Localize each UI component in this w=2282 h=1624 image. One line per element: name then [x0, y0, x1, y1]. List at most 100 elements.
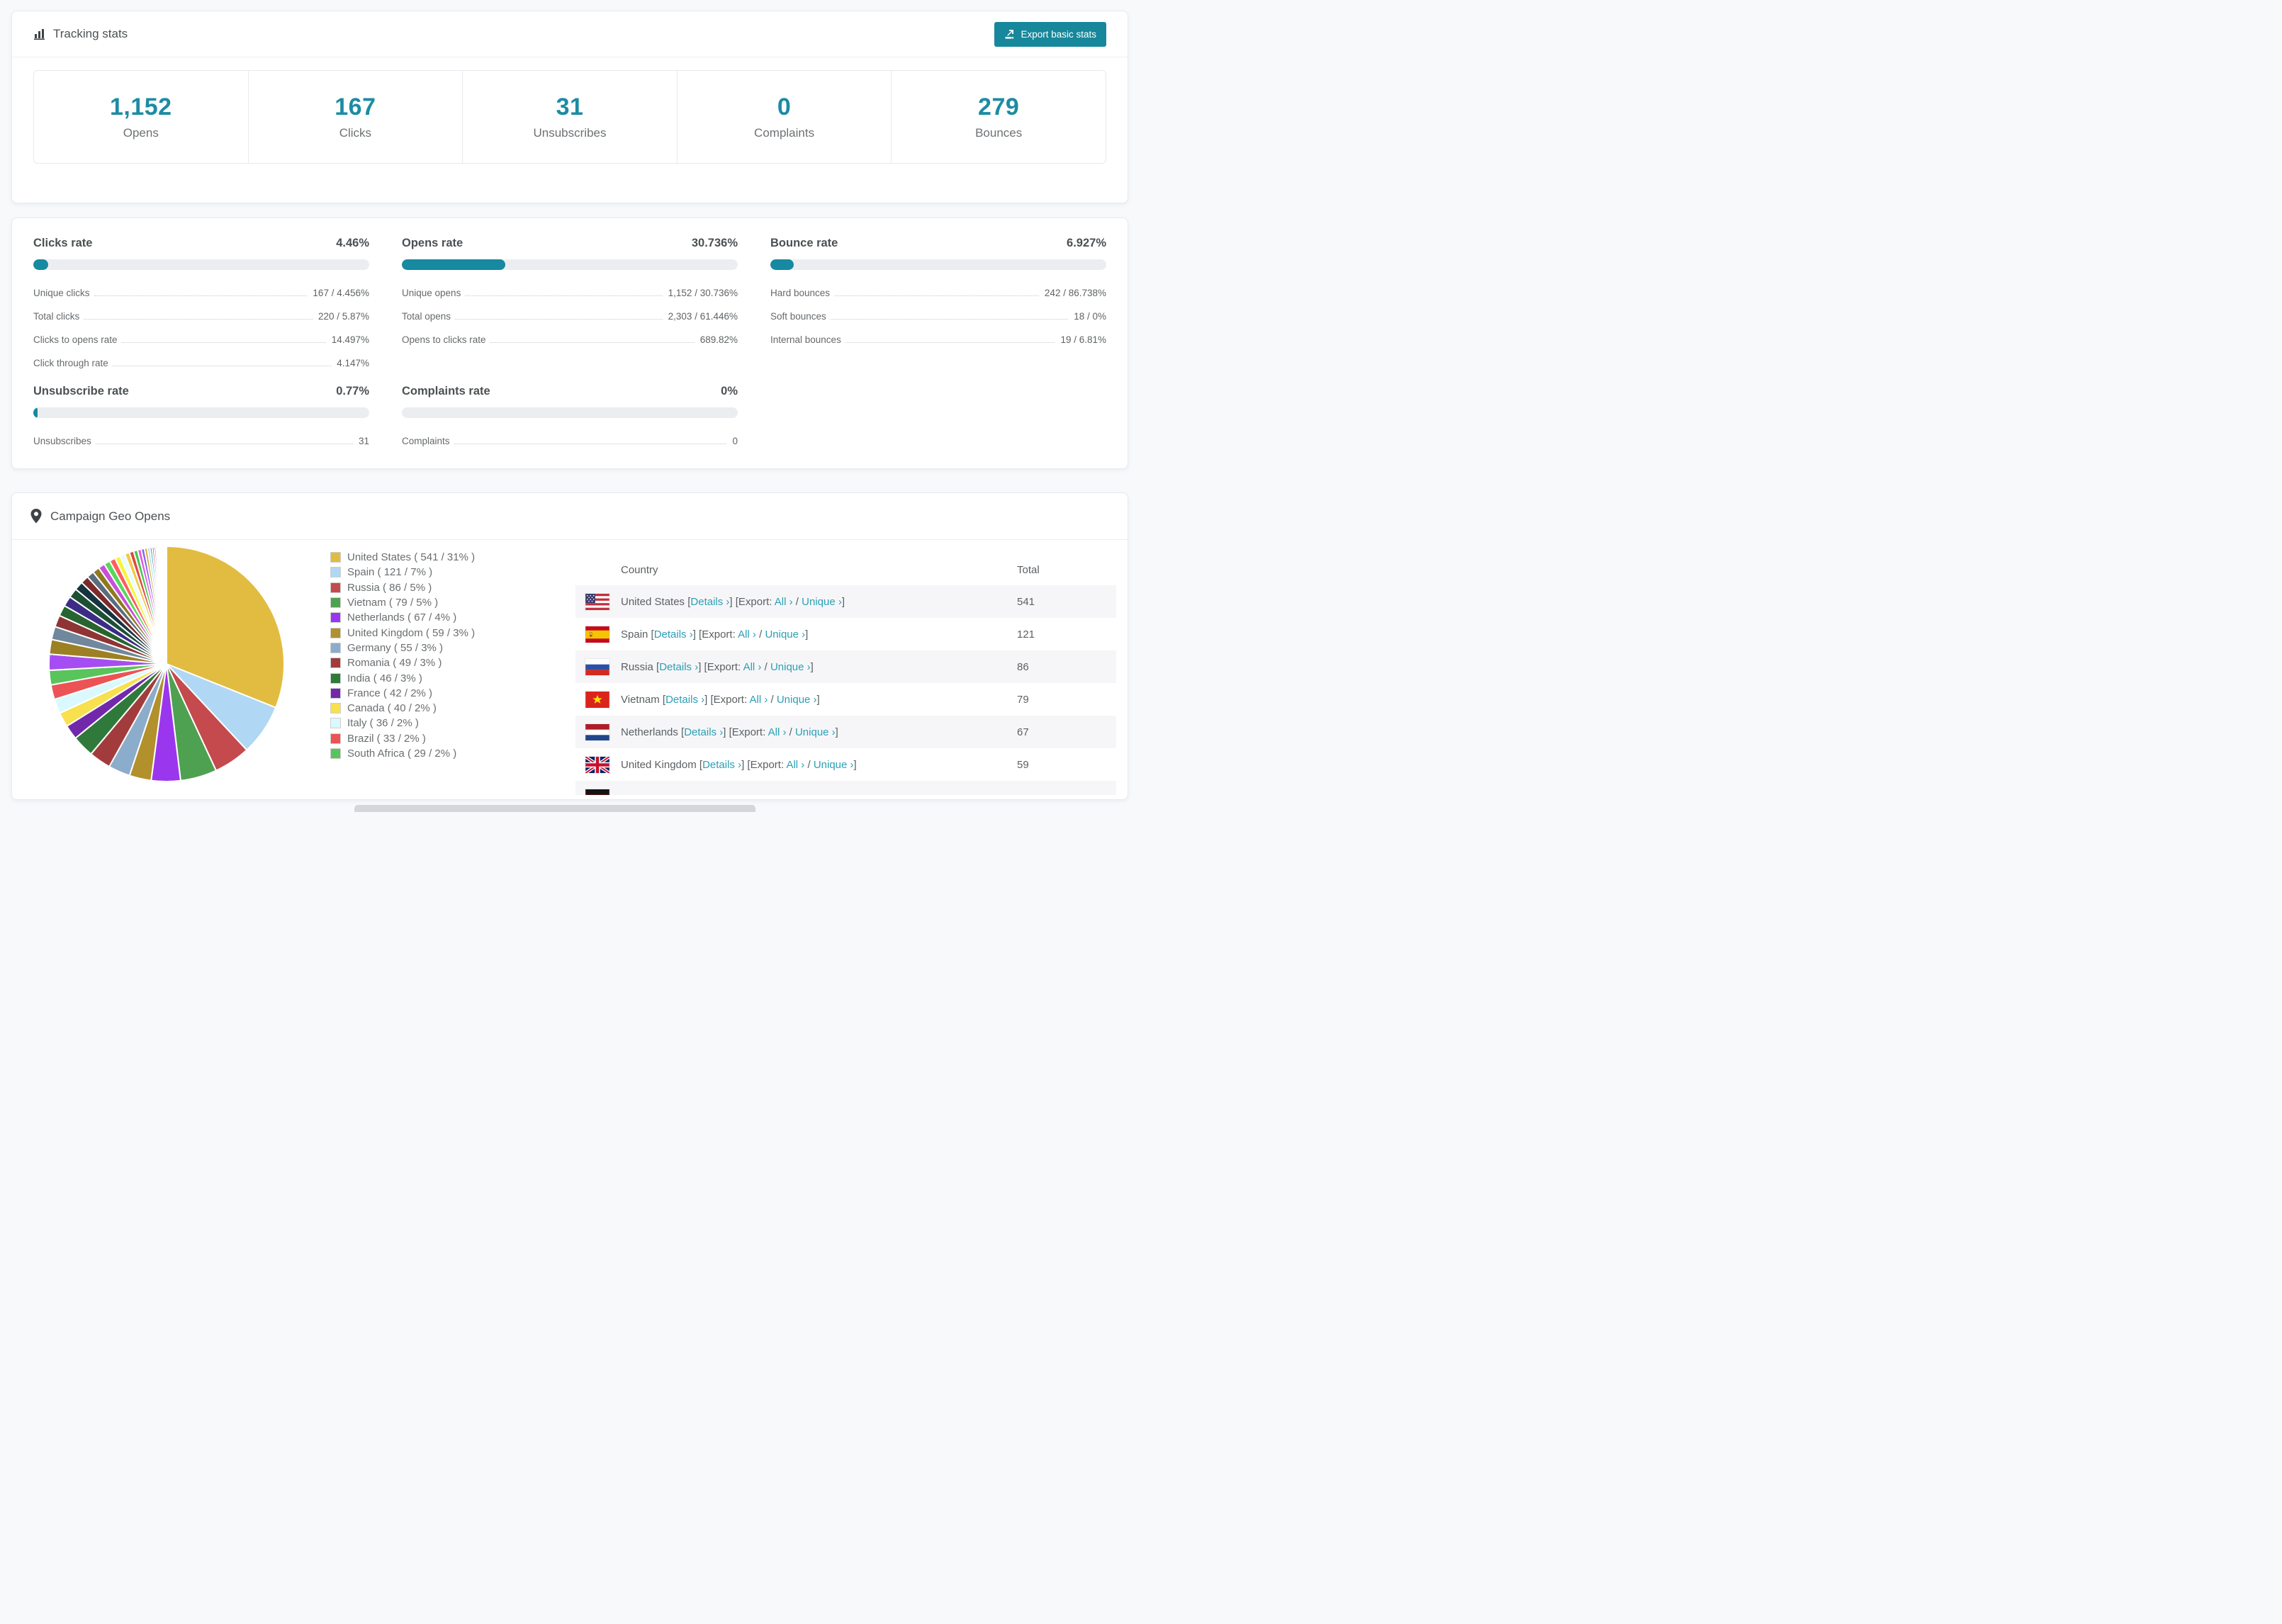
rate-block-bounce-rate: Bounce rate 6.927% Hard bounces 242 / 86.73…: [770, 237, 1106, 375]
stat-value: 167: [335, 94, 376, 120]
stat-label: Clicks: [339, 126, 372, 140]
legend-item-vietnam: Vietnam ( 79 / 5% ): [330, 595, 475, 610]
export-all-link-united-kingdom[interactable]: All ›: [786, 759, 804, 771]
detail-value: 167 / 4.456%: [313, 287, 369, 298]
legend-item-france: France ( 42 / 2% ): [330, 686, 475, 701]
legend-item-spain: Spain ( 121 / 7% ): [330, 565, 475, 580]
leader-dots: [834, 295, 1039, 296]
rate-title-value: 0.77%: [336, 385, 369, 397]
rate-title: Bounce rate 6.927%: [770, 237, 1106, 250]
column-header-total: Total: [1017, 563, 1040, 576]
legend-item-italy: Italy ( 36 / 2% ): [330, 716, 475, 731]
card-title: Tracking stats: [53, 27, 128, 40]
leader-dots: [465, 295, 663, 296]
country-cell: United States [Details ›] [Export: All ›…: [621, 595, 845, 608]
nl-flag: [585, 723, 609, 740]
legend-label: France ( 42 / 2% ): [347, 687, 433, 699]
stat-label: Opens: [123, 126, 159, 140]
details-link-netherlands[interactable]: Details ›: [684, 726, 723, 738]
campaign-geo-opens-card: Campaign Geo Opens United States ( 541 /…: [11, 492, 1128, 800]
export-all-link-united-states[interactable]: All ›: [775, 596, 793, 608]
legend-swatch: [330, 597, 341, 609]
export-unique-link-russia[interactable]: Unique ›: [770, 661, 811, 673]
rate-detail-rows: Unique opens 1,152 / 30.736% Total opens 2,…: [402, 281, 738, 351]
geo-country-table: Country Total United States [Details ›] …: [575, 554, 1116, 795]
table-row-united-states: United States [Details ›] [Export: All ›…: [575, 585, 1116, 618]
legend-swatch: [330, 672, 341, 684]
rate-title: Opens rate 30.736%: [402, 237, 738, 250]
details-link-spain[interactable]: Details ›: [654, 628, 693, 641]
details-link-united-kingdom[interactable]: Details ›: [702, 759, 741, 771]
legend-swatch: [330, 703, 341, 714]
stat-value: 0: [777, 94, 792, 120]
country-cell: United Kingdom [Details ›] [Export: All …: [621, 758, 857, 771]
rate-title-value: 0%: [721, 385, 738, 397]
details-link-vietnam[interactable]: Details ›: [665, 694, 704, 706]
rate-title: Complaints rate 0%: [402, 385, 738, 398]
table-header-row: Country Total: [575, 554, 1116, 585]
export-unique-link-united-kingdom[interactable]: Unique ›: [814, 759, 854, 771]
detail-label: Click through rate: [33, 357, 108, 368]
map-pin-icon: [30, 509, 42, 524]
legend-label: Vietnam ( 79 / 5% ): [347, 597, 439, 609]
legend-item-india: India ( 46 / 3% ): [330, 670, 475, 685]
export-basic-stats-button[interactable]: Export basic stats: [994, 21, 1106, 47]
export-unique-link-vietnam[interactable]: Unique ›: [777, 694, 817, 706]
legend-label: Canada ( 40 / 2% ): [347, 702, 437, 715]
table-row-netherlands: Netherlands [Details ›] [Export: All › /…: [575, 716, 1116, 748]
export-all-link-spain[interactable]: All ›: [738, 628, 756, 641]
export-all-link-netherlands[interactable]: All ›: [768, 726, 787, 738]
total-cell: 541: [1017, 595, 1035, 608]
legend-item-south-africa: South Africa ( 29 / 2% ): [330, 746, 475, 761]
pie-legend: United States ( 541 / 31% ) Spain ( 121 /…: [330, 550, 475, 761]
rate-title: Unsubscribe rate 0.77%: [33, 385, 369, 398]
export-all-link-vietnam[interactable]: All ›: [749, 694, 768, 706]
detail-label: Unique opens: [402, 287, 461, 298]
stat-value: 31: [556, 94, 584, 120]
leader-dots: [490, 342, 695, 343]
card-title: Campaign Geo Opens: [50, 509, 171, 523]
rate-progress-track: [770, 259, 1106, 270]
legend-label: Netherlands ( 67 / 4% ): [347, 611, 457, 624]
rates-card: Clicks rate 4.46% Unique clicks 167 / 4.456…: [11, 218, 1128, 469]
details-link-russia[interactable]: Details ›: [659, 661, 698, 673]
legend-swatch: [330, 552, 341, 563]
total-cell: 67: [1017, 726, 1029, 738]
details-link-united-states[interactable]: Details ›: [690, 596, 729, 608]
export-unique-link-spain[interactable]: Unique ›: [765, 628, 805, 641]
detail-value: 242 / 86.738%: [1044, 287, 1106, 298]
legend-swatch: [330, 612, 341, 624]
export-unique-link-netherlands[interactable]: Unique ›: [795, 726, 836, 738]
detail-value: 1,152 / 30.736%: [668, 287, 738, 298]
table-row-russia: Russia [Details ›] [Export: All › / Uniq…: [575, 650, 1116, 683]
export-all-link-russia[interactable]: All ›: [743, 661, 762, 673]
legend-label: Italy ( 36 / 2% ): [347, 717, 419, 730]
export-unique-link-united-states[interactable]: Unique ›: [802, 596, 842, 608]
legend-swatch: [330, 567, 341, 578]
detail-label: Complaints: [402, 435, 450, 446]
detail-value: 14.497%: [331, 334, 369, 345]
rate-block-opens-rate: Opens rate 30.736% Unique opens 1,152 / 30.…: [402, 237, 738, 375]
geo-opens-pie-chart: [48, 545, 286, 782]
tracking-stats-card: Tracking stats Export basic stats 1,152 O…: [11, 11, 1128, 203]
detail-label: Unique clicks: [33, 287, 90, 298]
leader-dots: [830, 318, 1069, 320]
legend-swatch: [330, 687, 341, 699]
rate-detail-rows: Unsubscribes 31: [33, 429, 369, 453]
country-cell: Netherlands [Details ›] [Export: All › /…: [621, 726, 838, 738]
horizontal-scrollbar-thumb[interactable]: [354, 805, 755, 812]
leader-dots: [84, 318, 313, 320]
detail-value: 689.82%: [699, 334, 738, 345]
country-cell: Russia [Details ›] [Export: All › / Uniq…: [621, 660, 814, 673]
stat-value: 1,152: [110, 94, 172, 120]
geo-body: United States ( 541 / 31% ) Spain ( 121 /…: [12, 540, 1128, 799]
rate-detail-rows: Unique clicks 167 / 4.456% Total clicks 220…: [33, 281, 369, 375]
rate-progress-fill: [33, 259, 49, 270]
rate-title-label: Bounce rate: [770, 237, 838, 249]
leader-dots: [94, 295, 308, 296]
rate-detail-row: Total clicks 220 / 5.87%: [33, 305, 369, 328]
rate-progress-track: [33, 407, 369, 418]
stat-label: Bounces: [975, 126, 1023, 140]
rate-title-label: Opens rate: [402, 237, 463, 249]
leader-dots: [121, 342, 326, 343]
